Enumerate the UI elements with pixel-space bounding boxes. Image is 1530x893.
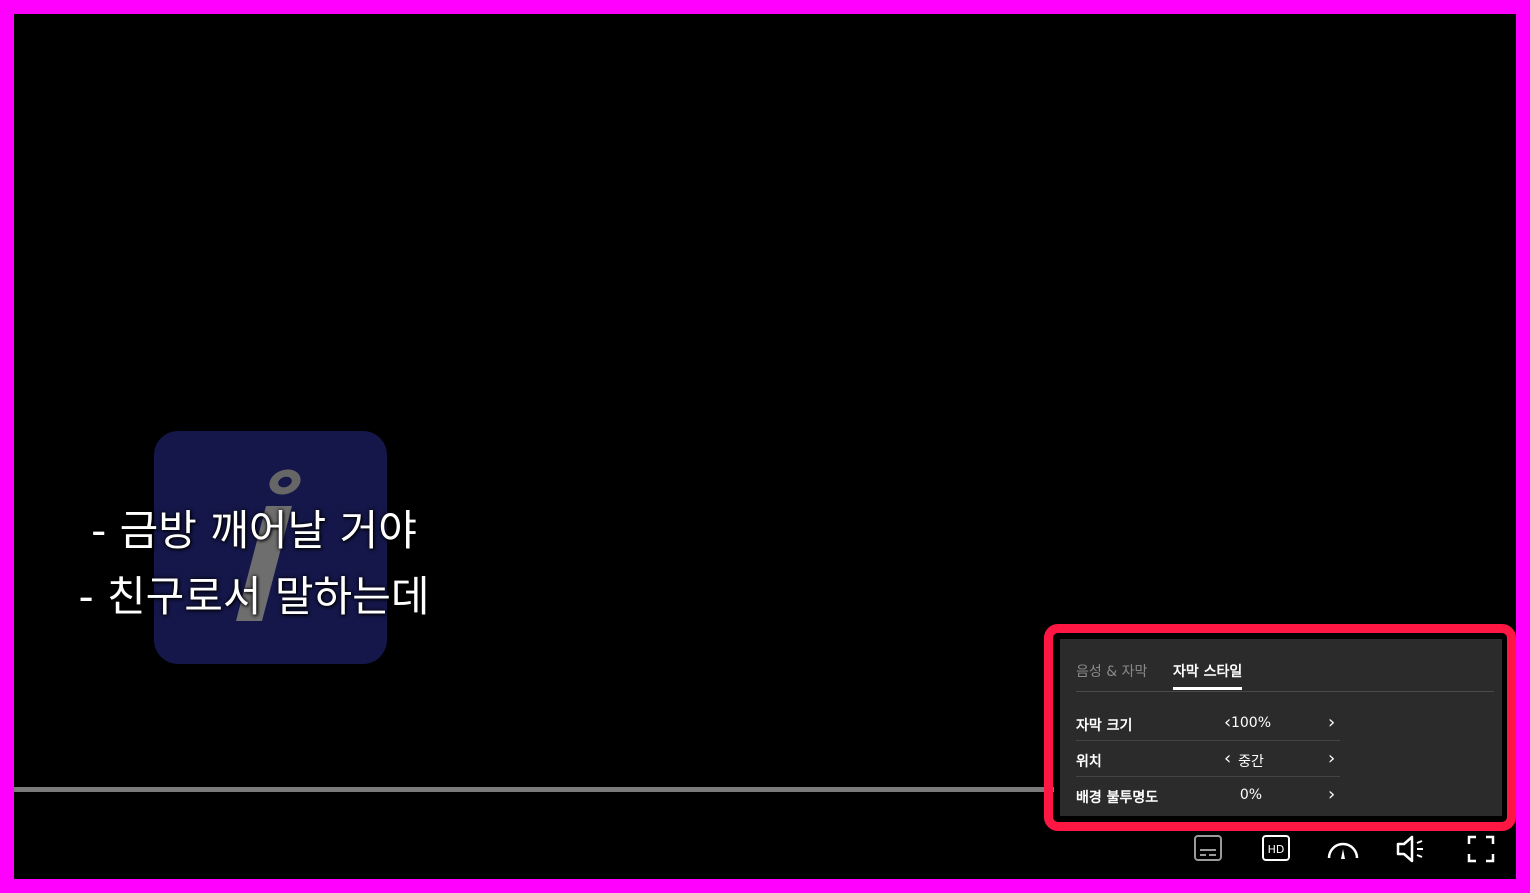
row-value: 중간 bbox=[1238, 754, 1264, 770]
hd-label: HD bbox=[1268, 843, 1285, 856]
row-label: 배경 불투명도 bbox=[1076, 790, 1159, 806]
progress-bar[interactable] bbox=[14, 787, 1054, 792]
fullscreen-icon[interactable] bbox=[1464, 832, 1498, 866]
row-position: 위치 ‹ 중간 › bbox=[1076, 741, 1340, 777]
row-value: 100% bbox=[1230, 715, 1272, 731]
row-value: 0% bbox=[1239, 787, 1263, 803]
row-label: 위치 bbox=[1076, 754, 1102, 770]
video-player[interactable]: - 금방 깨어날 거야 - 친구로서 말하는데 HD 음성 & 자막 자막 스타… bbox=[14, 14, 1516, 879]
subtitle-area: - 금방 깨어날 거야 - 친구로서 말하는데 bbox=[64, 498, 444, 630]
subtitle-line-1: - 금방 깨어날 거야 bbox=[91, 506, 417, 555]
subtitles-icon[interactable] bbox=[1192, 832, 1226, 866]
panel-tabs: 음성 & 자막 자막 스타일 bbox=[1076, 653, 1494, 692]
volume-icon[interactable] bbox=[1394, 832, 1428, 866]
subtitle-settings-panel: 음성 & 자막 자막 스타일 자막 크기 ‹ 100% › 위치 ‹ 중간 › … bbox=[1060, 639, 1502, 816]
subtitle-line-2: - 친구로서 말하는데 bbox=[78, 572, 430, 621]
row-subtitle-size: 자막 크기 ‹ 100% › bbox=[1076, 705, 1340, 741]
next-arrow-button[interactable]: › bbox=[1328, 784, 1335, 805]
speed-icon[interactable] bbox=[1326, 832, 1360, 866]
hd-icon[interactable]: HD bbox=[1260, 832, 1294, 866]
next-arrow-button[interactable]: › bbox=[1328, 748, 1335, 769]
row-label: 자막 크기 bbox=[1076, 718, 1133, 734]
row-background-opacity: 배경 불투명도 0% › bbox=[1076, 777, 1340, 812]
tab-audio-subtitles[interactable]: 음성 & 자막 bbox=[1076, 661, 1147, 681]
tab-subtitle-style[interactable]: 자막 스타일 bbox=[1173, 661, 1243, 690]
next-arrow-button[interactable]: › bbox=[1328, 712, 1335, 733]
